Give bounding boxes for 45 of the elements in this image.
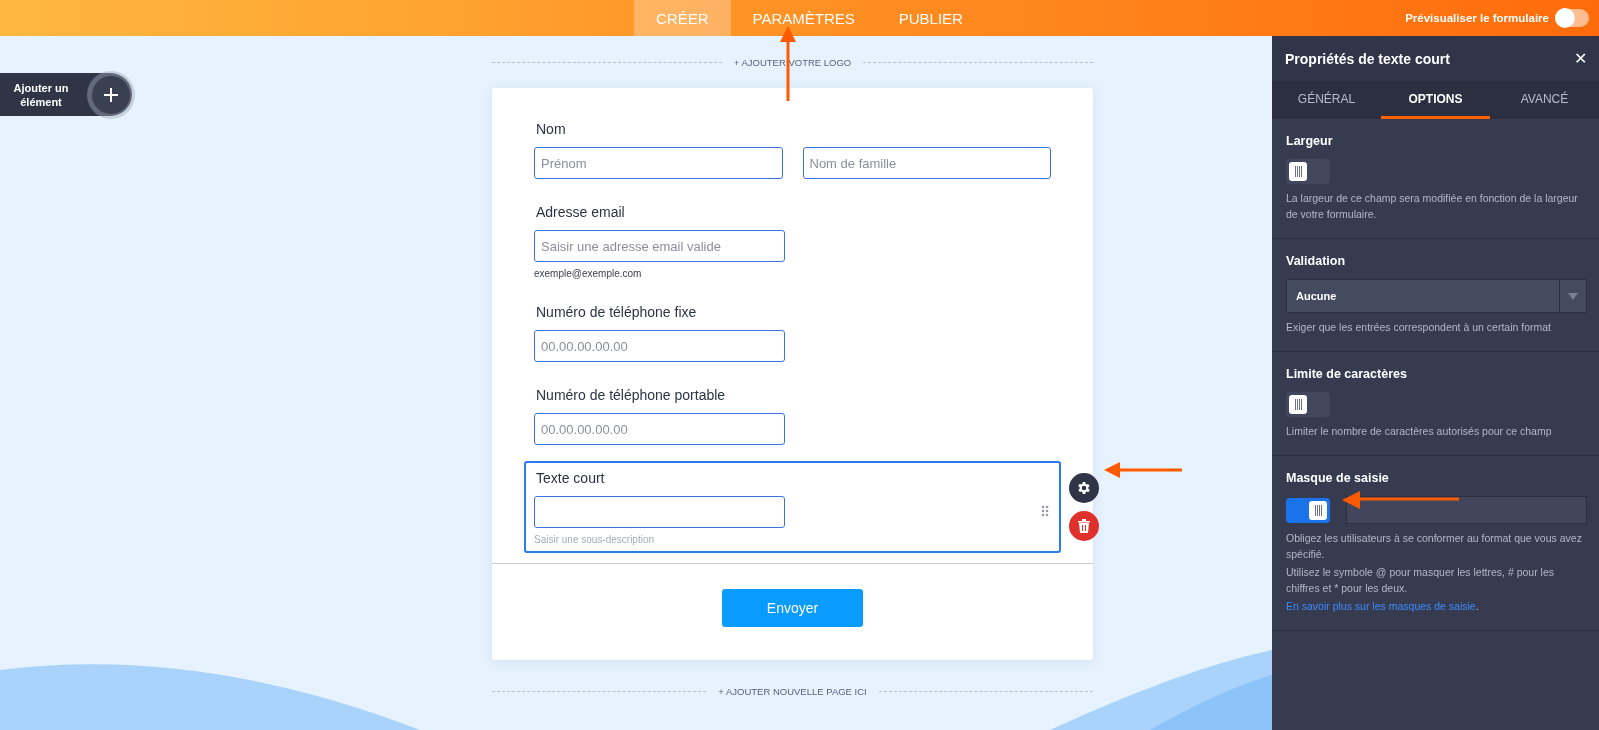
caret-icon xyxy=(1568,292,1578,300)
field-label: Texte court xyxy=(536,469,605,487)
section-title: Largeur xyxy=(1286,134,1333,148)
delete-button[interactable] xyxy=(1069,511,1099,541)
field-label: Numéro de téléphone portable xyxy=(536,386,726,404)
add-element-button[interactable]: Ajouter un élément xyxy=(0,73,132,116)
period-text: . xyxy=(1475,600,1479,612)
plus-icon xyxy=(103,86,119,103)
toggle-switch[interactable] xyxy=(1286,497,1330,523)
preview-label: Prévisualiser le formulaire xyxy=(1405,12,1549,24)
section-description: La largeur de ce champ sera modifiée en fonction de la largeur de votre formulaire. xyxy=(1286,191,1579,222)
validation-dropdown[interactable]: Aucune xyxy=(1286,279,1587,313)
mask-input-field[interactable] xyxy=(1346,496,1587,524)
section-description: Exiger que les entrées correspondent à un certain format xyxy=(1286,320,1551,335)
input-field[interactable]: 00.00.00.00.00 xyxy=(534,413,785,445)
preview-toggle[interactable] xyxy=(1555,9,1589,27)
section-description: Limiter le nombre de caractères autorisés pour ce champ xyxy=(1286,424,1552,439)
panel-title: Propriétés de texte court xyxy=(1285,50,1450,67)
help-link[interactable]: En savoir plus sur les masques de saisie xyxy=(1286,600,1476,612)
settings-button[interactable] xyxy=(1069,473,1099,503)
toggle-switch[interactable] xyxy=(1286,159,1330,184)
add-page-link[interactable]: + AJOUTER NOUVELLE PAGE ICI xyxy=(718,685,867,697)
section-description: Utilisez le symbole @ pour masquer les lettres, # pour les chiffres et * pour les deux. xyxy=(1286,565,1556,596)
input-field[interactable]: Saisir une adresse email valide xyxy=(534,230,785,262)
section-title: Limite de caractères xyxy=(1286,367,1407,381)
field-sublabel: exemple@exemple.com xyxy=(534,268,642,279)
field-label: Nom xyxy=(536,120,566,138)
input-field[interactable]: Prénom xyxy=(534,147,783,179)
section-description: Obligez les utilisateurs à se conformer au format que vous avez spécifié. xyxy=(1286,531,1583,562)
toggle-switch[interactable] xyxy=(1286,392,1330,417)
panel-tab[interactable]: OPTIONS xyxy=(1381,81,1490,119)
trash-icon xyxy=(1078,519,1090,533)
panel-tab[interactable]: AVANCÉ xyxy=(1490,81,1599,119)
field-sublabel: Saisir une sous-description xyxy=(534,534,655,545)
field-label: Adresse email xyxy=(536,203,625,221)
field-label: Numéro de téléphone fixe xyxy=(536,303,697,321)
settings-icon xyxy=(1076,480,1092,496)
section-title: Validation xyxy=(1286,254,1346,268)
input-field[interactable]: 00.00.00.00.00 xyxy=(534,330,785,362)
close-button[interactable]: ✕ xyxy=(1574,49,1587,68)
drag-handle-icon[interactable] xyxy=(1041,505,1049,517)
section-title: Masque de saisie xyxy=(1286,471,1389,485)
input-field[interactable] xyxy=(534,496,785,528)
panel-tab[interactable]: GÉNÉRAL xyxy=(1272,81,1381,119)
input-field[interactable]: Nom de famille xyxy=(802,147,1051,179)
